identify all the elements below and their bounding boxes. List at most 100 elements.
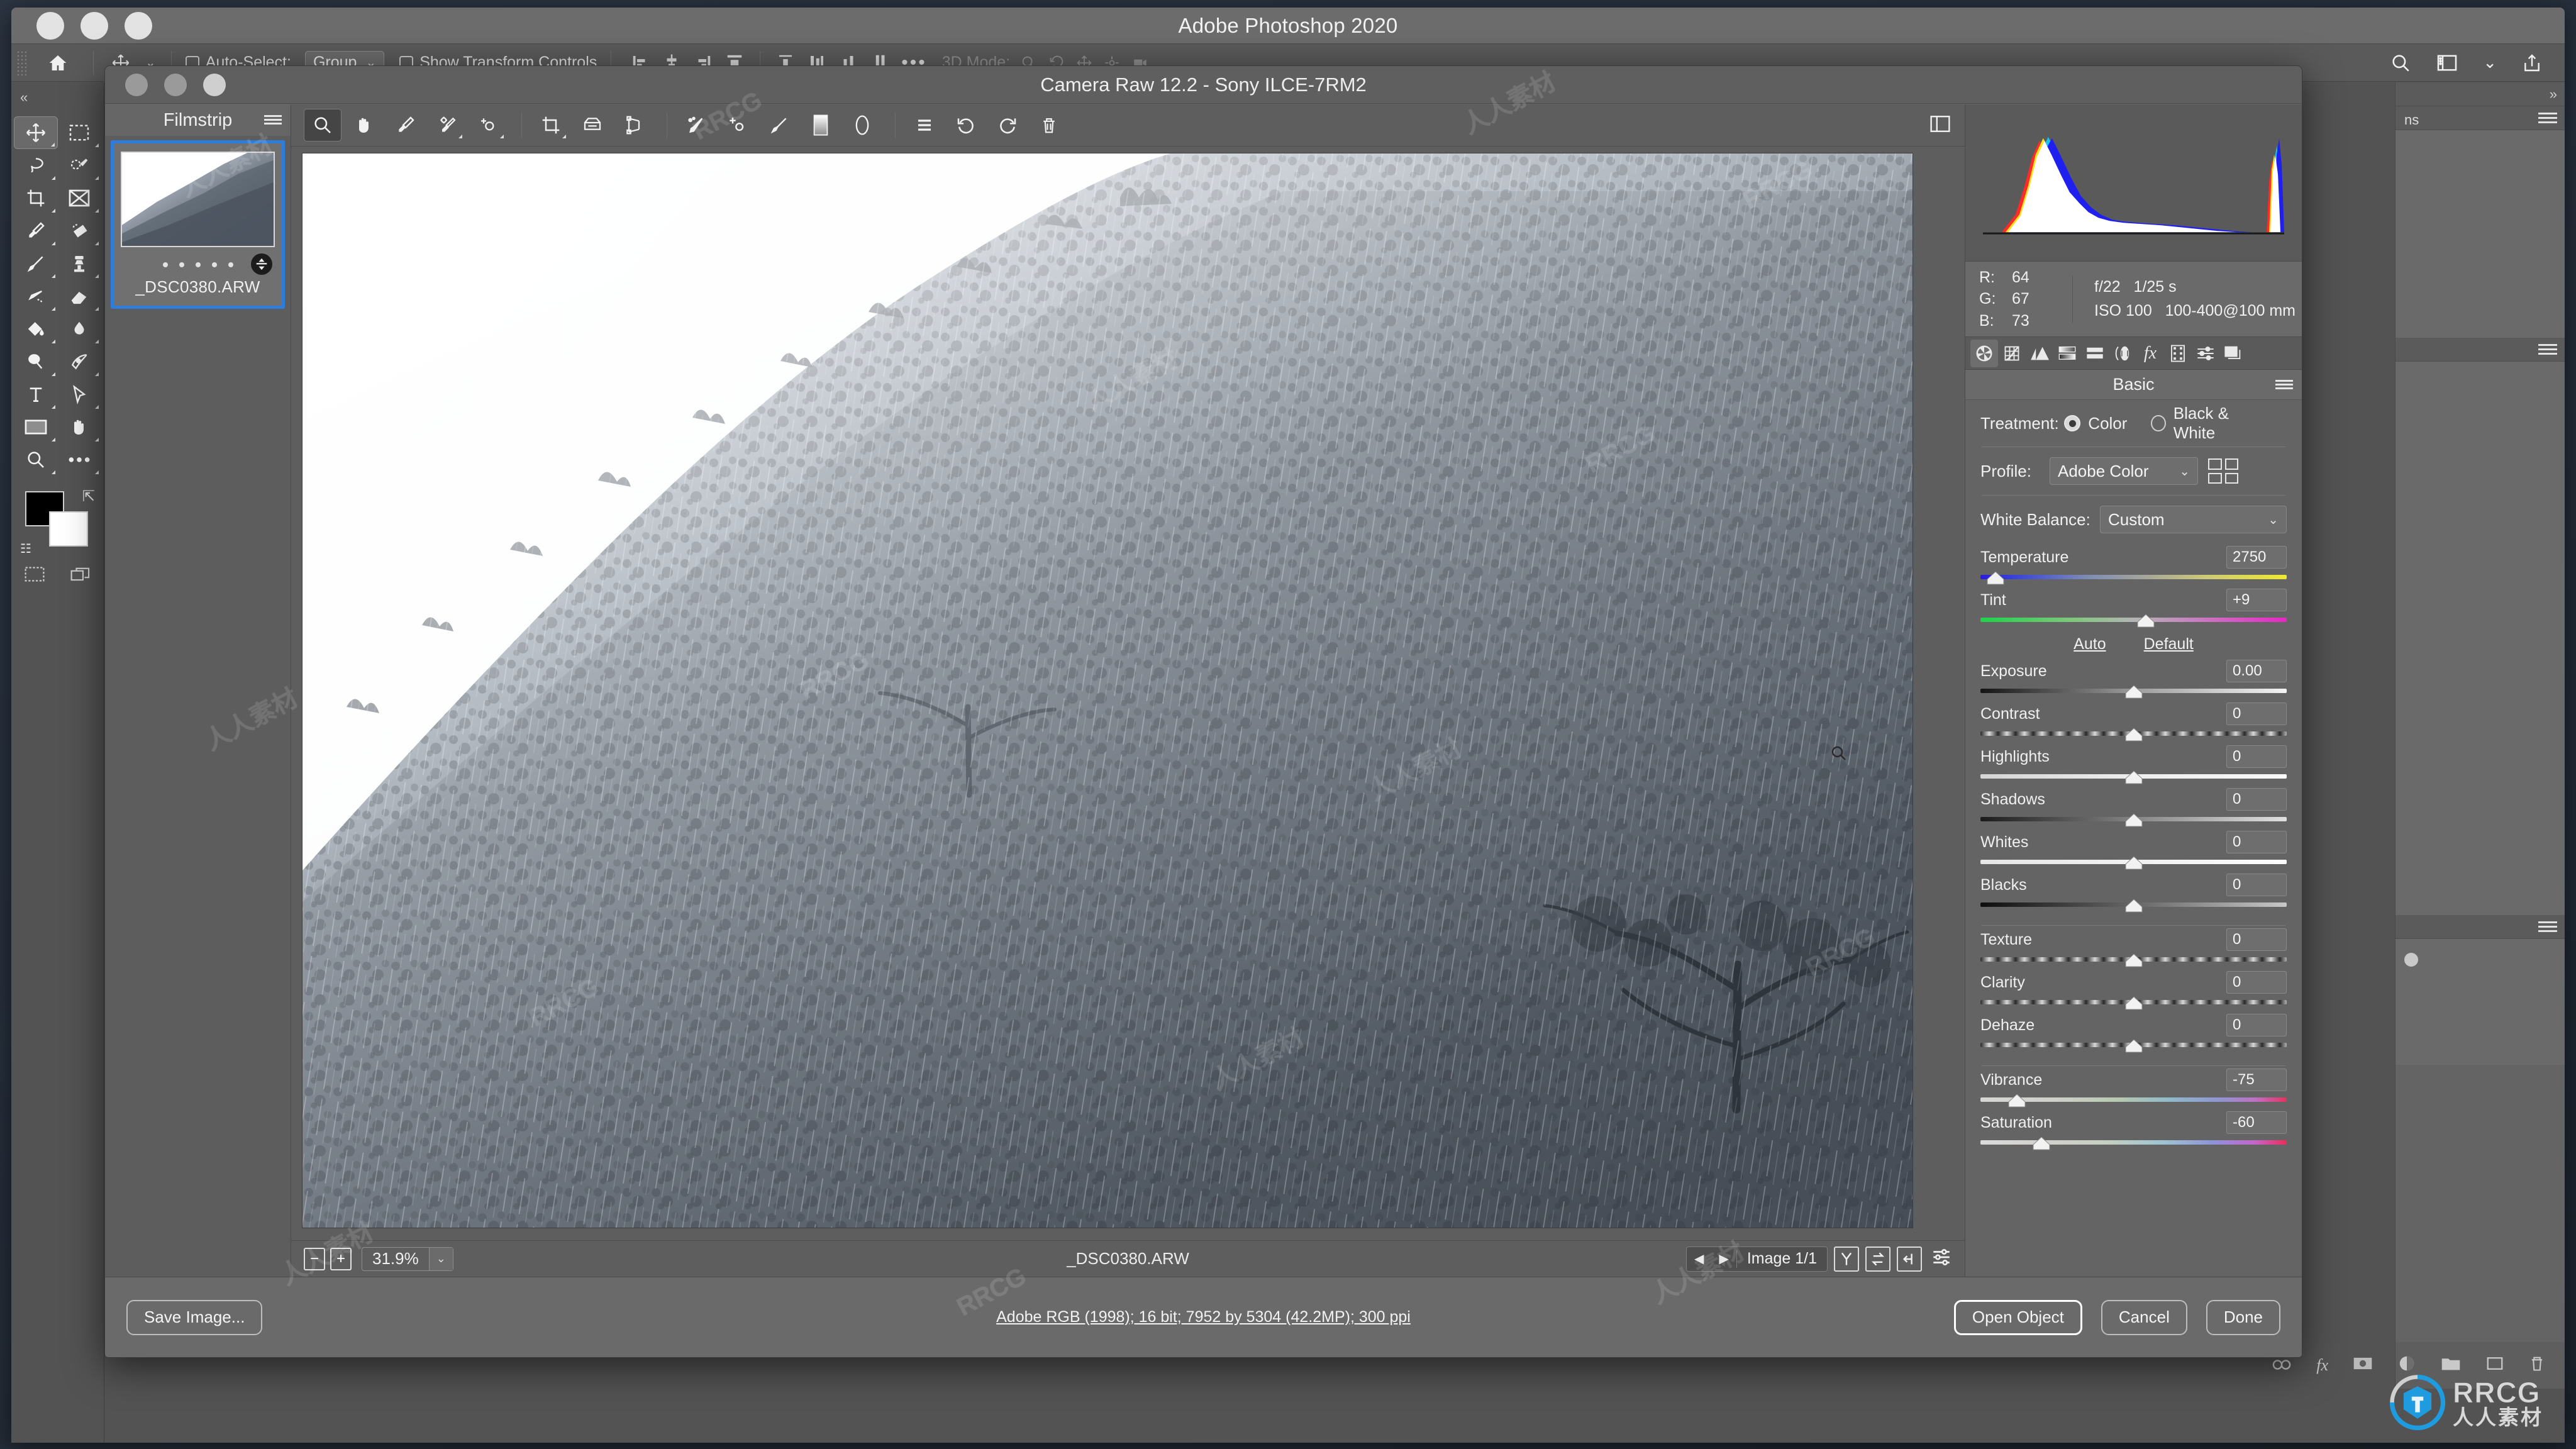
done-button[interactable]: Done <box>2206 1299 2280 1335</box>
acr-tool-spot-removal[interactable] <box>677 109 715 142</box>
slider-track[interactable] <box>1980 1094 2287 1108</box>
tab-optics[interactable] <box>2109 340 2136 367</box>
tool-zoom[interactable] <box>14 443 58 476</box>
slider-knob[interactable] <box>2124 728 2143 741</box>
rating-dot[interactable] <box>211 262 217 267</box>
acr-tool-zoom[interactable] <box>304 109 341 142</box>
new-layer-icon[interactable] <box>2485 1355 2504 1376</box>
slider-track[interactable] <box>1980 1039 2287 1053</box>
slider-value[interactable]: -75 <box>2226 1069 2287 1091</box>
tool-eyedropper[interactable] <box>14 214 58 247</box>
tool-edit-toolbar-ellipsis[interactable] <box>58 443 102 476</box>
swap-colors-icon[interactable]: ⇱ <box>82 487 95 506</box>
filmstrip-item-selected[interactable]: _DSC0380.ARW <box>111 140 285 309</box>
slider-knob[interactable] <box>2124 1039 2143 1053</box>
hamburger-icon[interactable] <box>2538 343 2557 355</box>
tool-paint-bucket[interactable] <box>14 313 58 345</box>
workspace-icon[interactable] <box>2436 54 2458 72</box>
quick-mask-icon[interactable] <box>24 565 45 586</box>
acr-tool-crop[interactable] <box>532 109 570 142</box>
treatment-option-bw[interactable]: Black & White <box>2151 404 2263 443</box>
slider-contrast[interactable]: Contrast 0 <box>1980 700 2287 741</box>
search-icon[interactable] <box>2390 52 2411 74</box>
slider-value[interactable]: 0.00 <box>2226 660 2287 682</box>
acr-tool-rotate-left[interactable] <box>947 109 985 142</box>
copy-settings-button[interactable] <box>1897 1246 1922 1272</box>
tool-frame[interactable] <box>58 182 102 214</box>
tool-brush[interactable] <box>14 247 58 280</box>
tool-hand[interactable] <box>58 411 102 443</box>
acr-tool-rotate-right[interactable] <box>989 109 1026 142</box>
zoom-out-button[interactable]: − <box>304 1247 325 1270</box>
acr-tool-hand[interactable] <box>345 109 383 142</box>
slider-value[interactable]: 0 <box>2226 971 2287 994</box>
rating-dot[interactable] <box>195 262 201 267</box>
tool-eraser[interactable] <box>58 280 102 313</box>
slider-temperature[interactable]: Temperature 2750 <box>1980 543 2287 585</box>
adjustments-panel-header[interactable]: ns <box>2396 106 2565 130</box>
profile-browser-icon[interactable] <box>2208 458 2238 484</box>
slider-knob[interactable] <box>2124 996 2143 1010</box>
layers-panel-header[interactable] <box>2396 338 2565 362</box>
slider-value[interactable]: 0 <box>2226 831 2287 853</box>
slider-blacks[interactable]: Blacks 0 <box>1980 871 2287 913</box>
tool-history-brush[interactable] <box>14 280 58 313</box>
profile-select[interactable]: Adobe Color ⌄ <box>2050 457 2198 485</box>
slider-knob[interactable] <box>2124 685 2143 699</box>
hamburger-icon[interactable] <box>264 115 282 125</box>
share-icon[interactable] <box>2522 52 2542 74</box>
previous-image-button[interactable]: ◀ <box>1687 1251 1711 1267</box>
slider-track[interactable] <box>1980 996 2287 1010</box>
dock-collapse-bar[interactable]: » <box>2396 82 2565 106</box>
tool-type[interactable] <box>14 378 58 411</box>
slider-track[interactable] <box>1980 770 2287 784</box>
slider-highlights[interactable]: Highlights 0 <box>1980 743 2287 784</box>
swap-before-after-button[interactable] <box>1865 1246 1890 1272</box>
tab-calibration[interactable] <box>2164 340 2192 367</box>
auto-button[interactable]: Auto <box>2074 635 2106 653</box>
default-button[interactable]: Default <box>2144 635 2194 653</box>
slider-exposure[interactable]: Exposure 0.00 <box>1980 657 2287 699</box>
slider-track[interactable] <box>1980 571 2287 585</box>
rating-dot[interactable] <box>179 262 184 267</box>
tab-basic[interactable] <box>1970 339 1998 367</box>
tab-snapshots[interactable] <box>2219 340 2247 367</box>
tool-crop[interactable] <box>14 182 58 214</box>
slider-value[interactable]: +9 <box>2226 589 2287 611</box>
open-object-button[interactable]: Open Object <box>1953 1299 2082 1335</box>
slider-knob[interactable] <box>1986 571 2005 585</box>
link-layers-icon[interactable] <box>2271 1356 2292 1375</box>
slider-knob[interactable] <box>2124 899 2143 913</box>
zoom-level-select[interactable]: 31.9% ⌄ <box>362 1246 453 1271</box>
slider-track[interactable] <box>1980 685 2287 699</box>
acr-tool-adjustment-brush[interactable] <box>760 109 798 142</box>
secondary-panel-header[interactable] <box>2396 915 2565 939</box>
preview-toggle-button[interactable] <box>1834 1246 1859 1272</box>
rating-dot[interactable] <box>228 262 233 267</box>
slider-value[interactable]: 0 <box>2226 874 2287 896</box>
color-swatches[interactable]: ⇱ ☷ <box>11 485 104 560</box>
acr-tool-red-eye[interactable] <box>719 109 757 142</box>
slider-value[interactable]: 0 <box>2226 928 2287 951</box>
tool-lasso[interactable] <box>14 149 58 182</box>
slider-track[interactable] <box>1980 856 2287 870</box>
tool-spot-healing[interactable] <box>58 214 102 247</box>
slider-value[interactable]: 0 <box>2226 745 2287 768</box>
tool-blur[interactable] <box>58 313 102 345</box>
tool-move[interactable] <box>14 116 58 149</box>
tab-tone-curve[interactable] <box>1998 340 2026 367</box>
slider-knob[interactable] <box>2124 856 2143 870</box>
slider-track[interactable] <box>1980 1136 2287 1150</box>
slider-value[interactable]: 0 <box>2226 702 2287 725</box>
slider-value[interactable]: 0 <box>2226 788 2287 811</box>
cancel-button[interactable]: Cancel <box>2101 1299 2187 1335</box>
acr-toolbar-fullscreen-icon[interactable] <box>1929 114 1951 136</box>
slider-knob[interactable] <box>2007 1094 2026 1108</box>
tool-dodge[interactable] <box>14 345 58 378</box>
slider-saturation[interactable]: Saturation -60 <box>1980 1109 2287 1150</box>
slider-knob[interactable] <box>2124 770 2143 784</box>
save-image-button[interactable]: Save Image... <box>126 1299 263 1335</box>
tab-color-mixer[interactable] <box>2053 340 2081 367</box>
acr-tool-radial-filter[interactable] <box>843 109 881 142</box>
hamburger-icon[interactable] <box>2275 379 2293 390</box>
